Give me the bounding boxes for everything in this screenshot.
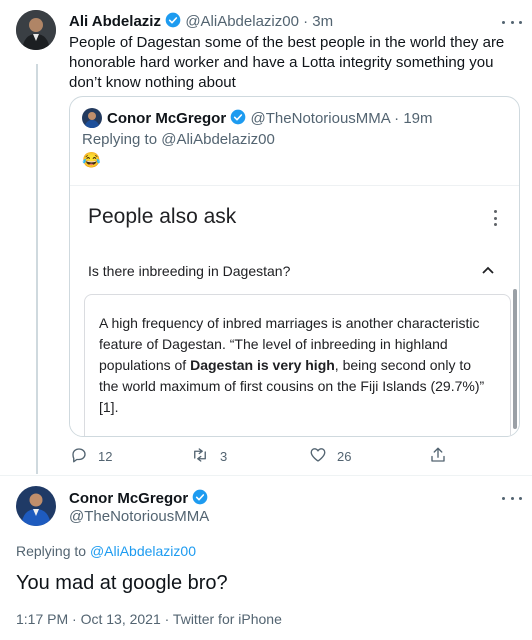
retweet-count: 3 — [220, 449, 228, 464]
retweet-icon — [190, 446, 210, 467]
chevron-up-icon — [480, 262, 496, 283]
replying-to-label: Replying to — [16, 543, 90, 559]
reply-tweet-text: You mad at google bro? — [16, 572, 228, 594]
faq-answer-box: A high frequency of inbred marriages is … — [84, 294, 511, 436]
quoted-author-avatar — [82, 108, 102, 128]
google-people-also-ask-image: People also ask Is there inbreeding in D… — [70, 185, 519, 436]
author-avatar[interactable] — [16, 10, 56, 50]
scrollbar — [513, 289, 517, 429]
divider — [0, 475, 532, 476]
heart-icon — [309, 446, 327, 467]
people-also-ask-heading: People also ask — [88, 205, 237, 228]
author-name[interactable]: Ali Abdelaziz — [69, 13, 161, 30]
tweet-timestamp[interactable]: 1:17 PM · Oct 13, 2021 · Twitter for iPh… — [16, 611, 282, 627]
share-icon — [429, 446, 447, 467]
share-action[interactable] — [429, 446, 447, 467]
verified-badge-icon — [230, 109, 246, 129]
quoted-header: Conor McGregor @TheNotoriousMMA · 19m — [107, 109, 433, 129]
reply-count: 12 — [98, 449, 113, 464]
replying-to-label: Replying to — [82, 131, 162, 148]
like-count: 26 — [337, 449, 352, 464]
replying-to-handle: @AliAbdelaziz00 — [161, 131, 275, 148]
tweet-header: Ali Abdelaziz @AliAbdelaziz00 · 3m — [69, 12, 333, 32]
quoted-tweet[interactable]: Conor McGregor @TheNotoriousMMA · 19m Re… — [69, 96, 520, 437]
faq-answer-text: A high frequency of inbred marriages is … — [99, 313, 494, 418]
quoted-author-name: Conor McGregor — [107, 110, 227, 127]
quoted-time: · 19m — [394, 110, 433, 127]
reply-author-name-row: Conor McGregor — [69, 489, 208, 509]
more-options-icon[interactable] — [502, 490, 522, 506]
faq-question: Is there inbreeding in Dagestan? — [88, 263, 291, 279]
reply-replying-to: Replying to @AliAbdelaziz00 — [16, 543, 196, 559]
reply-author-name[interactable]: Conor McGregor — [69, 490, 188, 507]
tweet-text: People of Dagestan some of the best peop… — [69, 34, 505, 91]
verified-badge-icon — [165, 12, 181, 32]
author-handle[interactable]: @AliAbdelaziz00 — [185, 13, 299, 30]
like-action[interactable]: 26 — [309, 446, 351, 467]
tweet-time[interactable]: · 3m — [303, 13, 333, 30]
more-options-icon[interactable] — [502, 14, 522, 30]
reply-icon — [70, 446, 88, 467]
retweet-action[interactable]: 3 — [190, 446, 227, 467]
replying-to-handle-link[interactable]: @AliAbdelaziz00 — [90, 543, 196, 559]
reply-author-handle[interactable]: @TheNotoriousMMA — [69, 508, 209, 525]
reply-action[interactable]: 12 — [70, 446, 112, 467]
verified-badge-icon — [192, 489, 208, 509]
laughing-emoji: 😂 — [82, 152, 101, 169]
quoted-author-handle: @TheNotoriousMMA — [250, 110, 390, 127]
answer-text-bold: Dagestan is very high — [190, 357, 335, 373]
thread-line — [36, 64, 38, 474]
reply-author-avatar[interactable] — [16, 486, 56, 526]
quoted-replying-to: Replying to @AliAbdelaziz00 — [82, 131, 275, 148]
kebab-menu-icon — [493, 210, 497, 226]
